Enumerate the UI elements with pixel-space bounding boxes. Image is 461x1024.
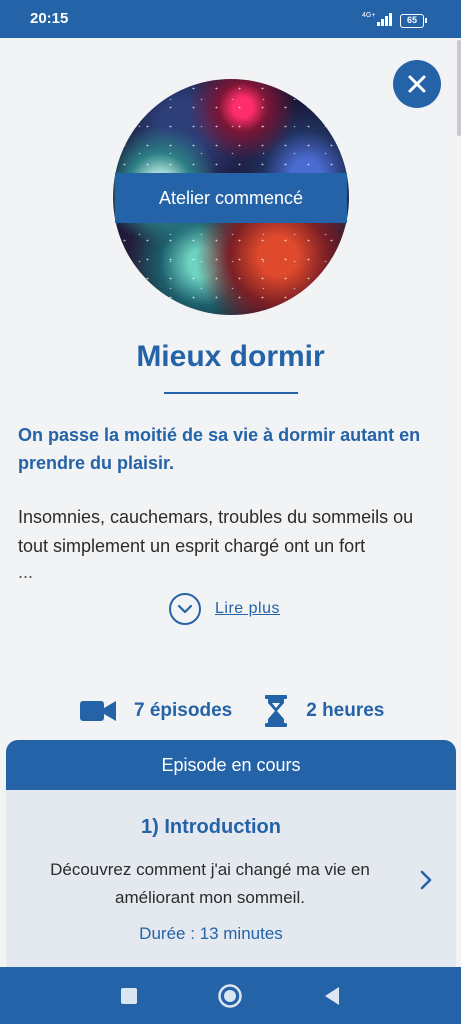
video-camera-icon bbox=[80, 701, 116, 721]
chevron-right-icon[interactable] bbox=[416, 868, 436, 892]
workshop-description: Insomnies, cauchemars, troubles du somme… bbox=[18, 507, 414, 556]
chevron-down-icon bbox=[169, 593, 201, 625]
description-ellipsis: ... bbox=[18, 562, 34, 582]
hourglass-icon bbox=[265, 695, 288, 727]
scroll-indicator[interactable] bbox=[457, 40, 461, 136]
triangle-back-icon bbox=[325, 987, 339, 1005]
back-button[interactable] bbox=[317, 981, 347, 1011]
close-icon bbox=[408, 75, 426, 93]
square-icon bbox=[121, 988, 137, 1004]
close-button[interactable] bbox=[393, 60, 441, 108]
workshop-lead: On passe la moitié de sa vie à dormir au… bbox=[18, 425, 421, 473]
status-time: 20:15 bbox=[30, 10, 69, 27]
read-more-label: Lire plus bbox=[215, 600, 280, 617]
read-more-button[interactable]: Lire plus bbox=[169, 592, 280, 626]
workshop-stats: 7 épisodes 2 heures bbox=[80, 693, 384, 729]
episode-duration: Durée : 13 minutes bbox=[139, 924, 283, 943]
status-badge: Atelier commencé bbox=[115, 173, 347, 223]
system-nav-bar bbox=[0, 967, 461, 1024]
card-header: Episode en cours bbox=[6, 740, 456, 790]
episode-description: Découvrez comment j'ai changé ma vie en … bbox=[50, 860, 370, 907]
home-button[interactable] bbox=[215, 981, 245, 1011]
battery-level: 65 bbox=[406, 15, 417, 25]
circle-icon bbox=[218, 984, 242, 1008]
network-type: 4G+ bbox=[362, 12, 376, 19]
recent-apps-button[interactable] bbox=[114, 981, 144, 1011]
title-divider bbox=[164, 392, 298, 394]
signal-icon bbox=[377, 12, 395, 26]
episodes-count: 7 épisodes bbox=[134, 700, 233, 721]
total-duration: 2 heures bbox=[306, 700, 385, 721]
episode-title: 1) Introduction bbox=[141, 816, 281, 838]
status-bar: 20:15 4G+ 65 bbox=[0, 0, 461, 38]
battery-icon: 65 bbox=[400, 14, 427, 28]
page-title: Mieux dormir bbox=[136, 340, 325, 373]
current-episode-card[interactable]: Episode en cours 1) Introduction Découvr… bbox=[6, 740, 456, 970]
